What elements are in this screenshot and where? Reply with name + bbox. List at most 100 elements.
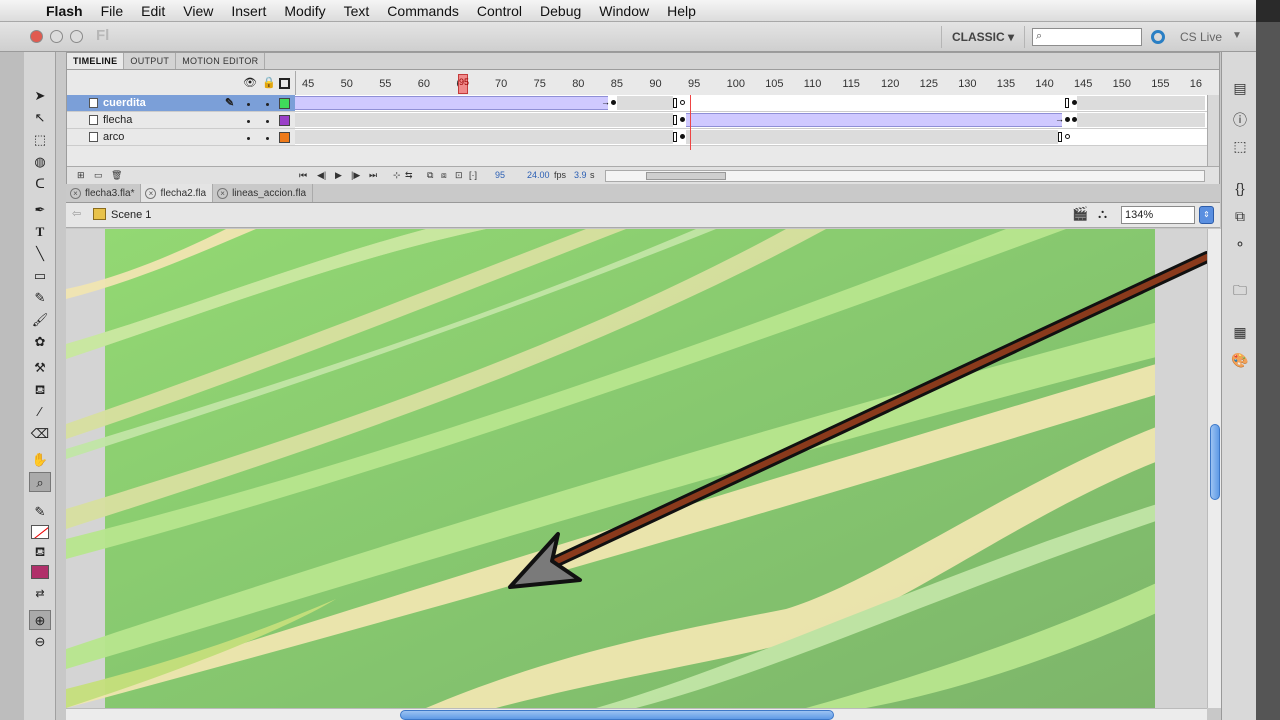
- visibility-dot[interactable]: [247, 103, 250, 106]
- scroll-thumb[interactable]: [400, 710, 834, 720]
- bone-tool-icon[interactable]: ⚒: [29, 358, 51, 378]
- menu-edit[interactable]: Edit: [132, 0, 174, 22]
- info-icon[interactable]: ⓘ: [1230, 110, 1250, 128]
- delete-layer-icon[interactable]: 🗑: [111, 170, 122, 181]
- end-frame[interactable]: [1065, 98, 1069, 108]
- layer-row[interactable]: arco: [67, 129, 1207, 146]
- chevron-down-icon[interactable]: ▼: [1232, 30, 1242, 41]
- pen-tool-icon[interactable]: ✒: [29, 200, 51, 220]
- back-arrow-icon[interactable]: ⇦: [72, 207, 81, 220]
- layer-frames[interactable]: [295, 129, 1207, 146]
- swatches-icon[interactable]: ▦: [1230, 324, 1250, 342]
- workspace-switcher[interactable]: CLASSIC ▾: [941, 26, 1026, 48]
- end-frame[interactable]: [673, 115, 677, 125]
- zoom-dropdown-button[interactable]: ⇕: [1199, 206, 1214, 224]
- timeline-vertical-scrollbar[interactable]: [1207, 95, 1219, 167]
- zoom-in-icon[interactable]: ⊕: [29, 610, 51, 630]
- end-frame[interactable]: [673, 98, 677, 108]
- tab-motion-editor[interactable]: MOTION EDITOR: [176, 53, 266, 69]
- motion-tween-span[interactable]: [295, 96, 608, 110]
- new-folder-icon[interactable]: ▭: [94, 170, 103, 181]
- rectangle-tool-icon[interactable]: ▭: [29, 266, 51, 286]
- actions-icon[interactable]: {}: [1230, 180, 1250, 198]
- menu-control[interactable]: Control: [468, 0, 531, 22]
- layer-name-arco[interactable]: arco: [67, 129, 295, 146]
- text-tool-icon[interactable]: T: [29, 222, 51, 242]
- close-icon[interactable]: ×: [145, 187, 157, 199]
- deco-tool-icon[interactable]: ✿: [29, 332, 51, 352]
- menu-help[interactable]: Help: [658, 0, 705, 22]
- first-frame-icon[interactable]: ⏮: [299, 170, 307, 181]
- layer-outline-color[interactable]: [279, 115, 290, 126]
- layer-name-cuerdita[interactable]: cuerdita ✎: [67, 95, 295, 112]
- onion-outline-icon[interactable]: ⧈: [441, 170, 447, 181]
- menu-file[interactable]: File: [92, 0, 133, 22]
- onion-skin-icon[interactable]: ⧉: [427, 170, 433, 181]
- minimize-window-button[interactable]: [50, 30, 63, 43]
- menu-insert[interactable]: Insert: [222, 0, 275, 22]
- stage-area[interactable]: [66, 229, 1207, 708]
- edit-multiple-icon[interactable]: ⊡: [455, 170, 463, 181]
- eye-icon[interactable]: 👁: [243, 76, 257, 89]
- tab-timeline[interactable]: TIMELINE: [67, 53, 125, 69]
- current-frame-readout[interactable]: 95: [495, 170, 505, 180]
- eraser-tool-icon[interactable]: ⌫: [29, 424, 51, 444]
- stage-vertical-scrollbar[interactable]: [1207, 229, 1221, 708]
- playhead[interactable]: 95: [458, 74, 469, 94]
- empty-keyframe[interactable]: [680, 100, 685, 105]
- motion-tween-span[interactable]: [686, 113, 1062, 127]
- layer-frames[interactable]: →: [295, 95, 1207, 112]
- end-frame[interactable]: [673, 132, 677, 142]
- tab-output[interactable]: OUTPUT: [124, 53, 177, 69]
- subselection-tool-icon[interactable]: ↖: [29, 108, 51, 128]
- visibility-dot[interactable]: [247, 120, 250, 123]
- fps-readout[interactable]: 24.00: [527, 170, 550, 180]
- close-window-button[interactable]: [30, 30, 43, 43]
- edit-symbols-icon[interactable]: ⛬: [1098, 206, 1107, 222]
- layer-frames[interactable]: →: [295, 112, 1207, 129]
- lock-dot[interactable]: [266, 120, 269, 123]
- transform-icon[interactable]: ⬚: [1230, 138, 1250, 156]
- layer-name-flecha[interactable]: flecha: [67, 112, 295, 129]
- behaviors-icon[interactable]: ⚬: [1230, 236, 1250, 254]
- keyframe[interactable]: [611, 100, 616, 105]
- lock-icon[interactable]: 🔒: [262, 76, 276, 89]
- menu-debug[interactable]: Debug: [531, 0, 590, 22]
- scroll-thumb[interactable]: [646, 172, 726, 180]
- new-layer-icon[interactable]: ⊞: [77, 170, 85, 181]
- lock-dot[interactable]: [266, 137, 269, 140]
- zoom-tool-icon[interactable]: ⌕: [29, 472, 51, 492]
- free-transform-tool-icon[interactable]: ⬚: [29, 130, 51, 150]
- fill-color-swatch[interactable]: [29, 562, 51, 582]
- layer-outline-color[interactable]: [279, 132, 290, 143]
- menu-view[interactable]: View: [174, 0, 222, 22]
- menu-text[interactable]: Text: [335, 0, 379, 22]
- components-icon[interactable]: ⧉: [1230, 208, 1250, 226]
- timeline-horizontal-scrollbar[interactable]: [605, 170, 1205, 182]
- menu-window[interactable]: Window: [590, 0, 658, 22]
- modify-markers-icon[interactable]: [·]: [469, 170, 477, 180]
- keyframe[interactable]: [1065, 117, 1070, 122]
- keyframe[interactable]: [680, 117, 685, 122]
- step-back-icon[interactable]: ◀|: [317, 170, 326, 181]
- brush-tool-icon[interactable]: 🖌: [29, 310, 51, 330]
- layer-row[interactable]: cuerdita ✎ →: [67, 95, 1207, 112]
- scroll-thumb[interactable]: [1210, 424, 1220, 500]
- help-search-input[interactable]: ⌕: [1032, 28, 1142, 46]
- zoom-out-icon[interactable]: ⊖: [29, 632, 51, 652]
- play-icon[interactable]: ▶: [335, 170, 342, 181]
- close-icon[interactable]: ×: [217, 187, 229, 199]
- visibility-dot[interactable]: [247, 137, 250, 140]
- hand-tool-icon[interactable]: ✋: [29, 450, 51, 470]
- eyedropper-tool-icon[interactable]: ⁄: [29, 402, 51, 422]
- close-icon[interactable]: ×: [70, 187, 81, 199]
- step-forward-icon[interactable]: |▶: [351, 170, 360, 181]
- doc-tab-flecha3[interactable]: × flecha3.fla*: [66, 184, 142, 202]
- outline-icon[interactable]: [279, 78, 290, 89]
- library-icon[interactable]: 🗀: [1230, 280, 1250, 298]
- cs-live-icon[interactable]: [1151, 30, 1165, 44]
- lasso-tool-icon[interactable]: ᑕ: [29, 174, 51, 194]
- empty-keyframe[interactable]: [1065, 134, 1070, 139]
- edit-scene-icon[interactable]: 🎬: [1072, 206, 1088, 222]
- paint-bucket-tool-icon[interactable]: ⛾: [29, 380, 51, 400]
